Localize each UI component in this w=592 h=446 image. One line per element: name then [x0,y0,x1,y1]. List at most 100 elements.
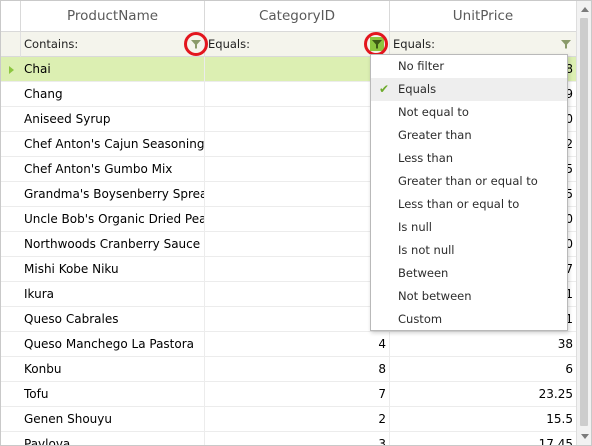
row-indicator [1,332,21,357]
cell-categoryid[interactable] [205,57,390,82]
cell-categoryid[interactable] [205,232,390,257]
highlight-circle [364,32,388,56]
filter-menu-item-label: Less than or equal to [398,197,520,211]
filter-menu-item-label: Not between [398,289,472,303]
cell-productname[interactable]: Queso Cabrales [21,307,205,332]
scrollbar-thumb[interactable] [580,18,588,426]
filter-menu-item[interactable]: Between [371,262,567,285]
cell-unitprice[interactable]: 17.45 [390,432,576,445]
cell-categoryid[interactable]: 4 [205,332,390,357]
cell-productname[interactable]: Northwoods Cranberry Sauce [21,232,205,257]
scroll-up-arrow-icon[interactable] [581,7,589,12]
row-indicator [1,282,21,307]
vertical-scrollbar[interactable] [576,1,591,445]
table-row[interactable]: Tofu 7 23.25 [1,382,576,407]
cell-unitprice[interactable]: 6 [390,357,576,382]
table-row[interactable]: Pavlova 3 17.45 [1,432,576,445]
filter-menu-item[interactable]: Less than [371,147,567,170]
cell-productname[interactable]: Chai [21,57,205,82]
filter-operator-categoryid: Equals: [208,37,250,51]
filter-menu-item[interactable]: Greater than [371,124,567,147]
filter-menu-item[interactable]: Not equal to [371,101,567,124]
cell-categoryid[interactable]: 8 [205,357,390,382]
highlight-circle [184,32,208,56]
cell-categoryid[interactable] [205,257,390,282]
cell-categoryid[interactable] [205,282,390,307]
filter-cell-productname[interactable]: Contains: [21,32,205,57]
row-indicator [1,382,21,407]
row-indicator [1,432,21,445]
filter-menu-item-label: Custom [398,312,443,326]
table-row[interactable]: Queso Manchego La Pastora 4 38 [1,332,576,357]
filter-funnel-icon[interactable] [560,38,572,50]
filter-cell-categoryid[interactable]: Equals: [205,32,390,57]
cell-categoryid[interactable] [205,82,390,107]
cell-productname[interactable]: Mishi Kobe Niku [21,257,205,282]
cell-productname[interactable]: Chef Anton's Gumbo Mix [21,157,205,182]
filter-menu-item[interactable]: Is not null [371,239,567,262]
filter-menu-item-label: Is not null [398,243,455,257]
header-productname[interactable]: ProductName [21,1,205,32]
cell-categoryid[interactable]: 3 [205,432,390,445]
filter-menu-item-label: No filter [398,59,445,73]
header-unitprice[interactable]: UnitPrice [390,1,576,32]
cell-categoryid[interactable] [205,207,390,232]
header-categoryid[interactable]: CategoryID [205,1,390,32]
current-row-arrow-icon [9,66,14,74]
cell-productname[interactable]: Chef Anton's Cajun Seasoning [21,132,205,157]
cell-productname[interactable]: Genen Shouyu [21,407,205,432]
cell-productname[interactable]: Aniseed Syrup [21,107,205,132]
table-row[interactable]: Genen Shouyu 2 15.5 [1,407,576,432]
row-indicator [1,182,21,207]
cell-productname[interactable]: Ikura [21,282,205,307]
filter-menu-item-label: Not equal to [398,105,469,119]
cell-productname[interactable]: Konbu [21,357,205,382]
column-header-row: ProductName CategoryID UnitPrice [1,1,576,32]
cell-unitprice[interactable]: 38 [390,332,576,357]
row-indicator [1,207,21,232]
cell-categoryid[interactable] [205,182,390,207]
row-indicator [1,307,21,332]
filter-menu-item[interactable]: Custom [371,308,567,331]
cell-categoryid[interactable] [205,107,390,132]
row-indicator [1,357,21,382]
filter-menu-item[interactable]: Not between [371,285,567,308]
checkmark-icon: ✔ [379,82,390,96]
filter-menu-item-label: Less than [398,151,454,165]
filter-menu-item-label: Greater than [398,128,472,142]
cell-unitprice[interactable]: 15.5 [390,407,576,432]
cell-categoryid[interactable] [205,307,390,332]
filter-menu-item[interactable]: Is null [371,216,567,239]
cell-unitprice[interactable]: 23.25 [390,382,576,407]
cell-productname[interactable]: Queso Manchego La Pastora [21,332,205,357]
filter-operator-dropdown: No filter ✔ Equals Not equal to Greater than… [370,54,568,331]
filter-menu-item-label: Greater than or equal to [398,174,538,188]
filter-menu-item-label: Between [398,266,449,280]
row-indicator [1,257,21,282]
cell-categoryid[interactable] [205,157,390,182]
cell-productname[interactable]: Grandma's Boysenberry Spread [21,182,205,207]
cell-productname[interactable]: Uncle Bob's Organic Dried Pears [21,207,205,232]
row-indicator [1,82,21,107]
table-row[interactable]: Konbu 8 6 [1,357,576,382]
filter-menu-item[interactable]: No filter [371,55,567,78]
row-indicator [1,107,21,132]
row-indicator [1,132,21,157]
cell-productname[interactable]: Chang [21,82,205,107]
cell-categoryid[interactable]: 7 [205,382,390,407]
row-indicator [1,407,21,432]
filter-menu-item[interactable]: Less than or equal to [371,193,567,216]
header-indicator-cell [1,1,21,32]
cell-productname[interactable]: Tofu [21,382,205,407]
filter-menu-item[interactable]: ✔ Equals [371,78,567,101]
row-indicator [1,232,21,257]
scroll-down-arrow-icon[interactable] [581,434,589,439]
cell-categoryid[interactable]: 2 [205,407,390,432]
cell-productname[interactable]: Pavlova [21,432,205,445]
cell-categoryid[interactable] [205,132,390,157]
filter-menu-item[interactable]: Greater than or equal to [371,170,567,193]
row-indicator [1,57,21,82]
filter-operator-unitprice: Equals: [393,37,435,51]
filter-menu-item-label: Equals [398,82,437,96]
filter-menu-item-label: Is null [398,220,433,234]
